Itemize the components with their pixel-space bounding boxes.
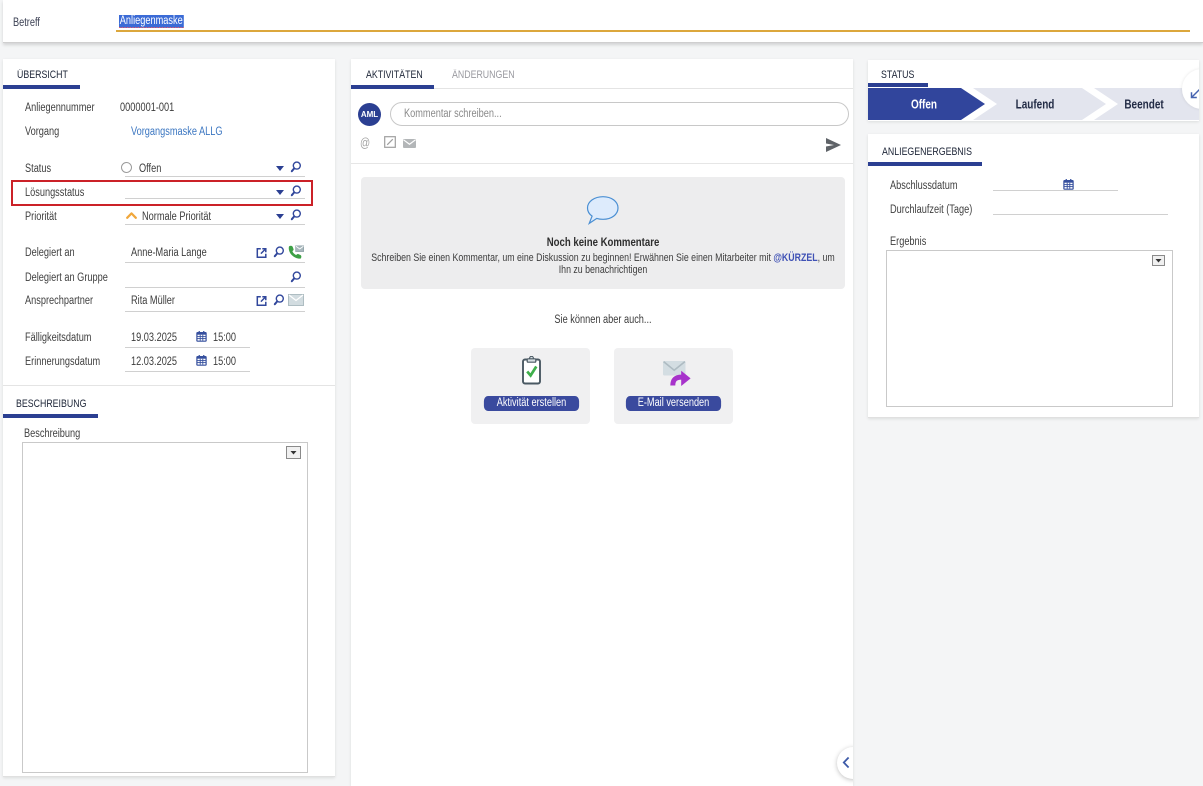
svg-text:Beendet: Beendet (1124, 99, 1164, 112)
svg-text:Offen: Offen (911, 99, 937, 112)
svg-text:Laufend: Laufend (1016, 99, 1055, 112)
